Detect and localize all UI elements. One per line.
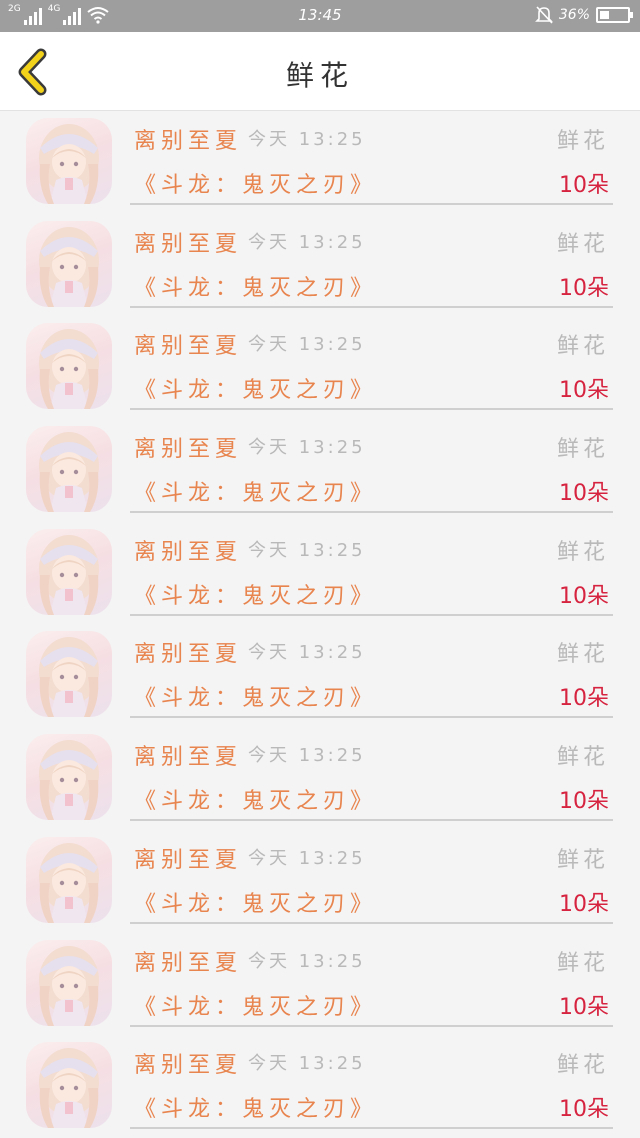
user-name[interactable]: 离别至夏 xyxy=(134,226,242,258)
gift-type: 鲜花 xyxy=(556,539,609,565)
avatar-image xyxy=(39,124,99,204)
item-content: 离别至夏 今天 13:25 鲜花 《斗龙：鬼灭之刃》 10朵 xyxy=(130,1035,613,1130)
avatar-image xyxy=(39,842,99,923)
avatar[interactable] xyxy=(26,631,112,718)
avatar[interactable] xyxy=(26,220,112,307)
battery-percent: 36% xyxy=(558,7,590,23)
item-content: 离别至夏 今天 13:25 鲜花 《斗龙：鬼灭之刃》 10朵 xyxy=(130,419,613,514)
list-item[interactable]: 离别至夏 今天 13:25 鲜花 《斗龙：鬼灭之刃》 10朵 xyxy=(0,522,640,625)
gift-count: 10朵 xyxy=(559,891,609,917)
user-name[interactable]: 离别至夏 xyxy=(134,534,242,566)
timestamp: 今天 13:25 xyxy=(248,847,366,869)
gift-type: 鲜花 xyxy=(556,1053,609,1079)
gift-type: 鲜花 xyxy=(556,745,609,771)
list-item[interactable]: 离别至夏 今天 13:25 鲜花 《斗龙：鬼灭之刃》 10朵 xyxy=(0,419,640,522)
mute-bell-icon xyxy=(534,6,553,24)
gift-count: 10朵 xyxy=(559,481,609,507)
gift-type: 鲜花 xyxy=(556,437,609,463)
avatar-image xyxy=(39,637,99,718)
timestamp: 今天 13:25 xyxy=(248,539,366,561)
avatar-image xyxy=(39,1048,99,1129)
status-right: 36% xyxy=(534,5,633,25)
page-title: 鲜花 xyxy=(285,59,354,92)
gift-type: 鲜花 xyxy=(556,334,609,360)
book-title[interactable]: 《斗龙：鬼灭之刃》 xyxy=(134,578,377,610)
battery-icon xyxy=(596,7,633,23)
gift-type: 鲜花 xyxy=(556,950,609,976)
gift-count: 10朵 xyxy=(559,173,609,198)
item-content: 离别至夏 今天 13:25 鲜花 《斗龙：鬼灭之刃》 10朵 xyxy=(130,522,613,616)
book-title[interactable]: 《斗龙：鬼灭之刃》 xyxy=(134,167,377,199)
list-item[interactable]: 离别至夏 今天 13:25 鲜花 《斗龙：鬼灭之刃》 10朵 xyxy=(0,933,640,1036)
timestamp: 今天 13:25 xyxy=(248,231,366,253)
avatar-image xyxy=(39,226,99,307)
timestamp: 今天 13:25 xyxy=(248,642,366,664)
gift-count: 10朵 xyxy=(559,686,609,712)
list-item[interactable]: 离别至夏 今天 13:25 鲜花 《斗龙：鬼灭之刃》 10朵 xyxy=(0,214,640,317)
avatar[interactable] xyxy=(26,836,112,923)
book-title[interactable]: 《斗龙：鬼灭之刃》 xyxy=(134,475,377,507)
user-name[interactable]: 离别至夏 xyxy=(134,842,242,874)
avatar-image xyxy=(39,329,99,410)
book-title[interactable]: 《斗龙：鬼灭之刃》 xyxy=(134,372,377,404)
list-item[interactable]: 离别至夏 今天 13:25 鲜花 《斗龙：鬼灭之刃》 10朵 xyxy=(0,727,640,830)
list-item[interactable]: 离别至夏 今天 13:25 鲜花 《斗龙：鬼灭之刃》 10朵 xyxy=(0,111,640,214)
avatar[interactable] xyxy=(26,118,112,204)
list-item[interactable]: 离别至夏 今天 13:25 鲜花 《斗龙：鬼灭之刃》 10朵 xyxy=(0,316,640,419)
avatar-image xyxy=(39,740,99,821)
timestamp: 今天 13:25 xyxy=(248,437,366,459)
gift-count: 10朵 xyxy=(559,275,609,301)
item-content: 离别至夏 今天 13:25 鲜花 《斗龙：鬼灭之刃》 10朵 xyxy=(130,214,613,308)
user-name[interactable]: 离别至夏 xyxy=(134,945,242,977)
list-item[interactable]: 离别至夏 今天 13:25 鲜花 《斗龙：鬼灭之刃》 10朵 xyxy=(0,830,640,933)
timestamp: 今天 13:25 xyxy=(248,950,366,972)
user-name[interactable]: 离别至夏 xyxy=(134,739,242,771)
user-name[interactable]: 离别至夏 xyxy=(134,123,242,155)
list-item[interactable]: 离别至夏 今天 13:25 鲜花 《斗龙：鬼灭之刃》 10朵 xyxy=(0,1035,640,1138)
status-bar: 2G 4G 13:45 36% xyxy=(0,0,640,32)
timestamp: 今天 13:25 xyxy=(248,334,366,356)
item-content: 离别至夏 今天 13:25 鲜花 《斗龙：鬼灭之刃》 10朵 xyxy=(130,316,613,411)
book-title[interactable]: 《斗龙：鬼灭之刃》 xyxy=(134,680,377,712)
item-content: 离别至夏 今天 13:25 鲜花 《斗龙：鬼灭之刃》 10朵 xyxy=(130,933,613,1027)
avatar[interactable] xyxy=(26,734,112,821)
gift-type: 鲜花 xyxy=(556,231,609,257)
user-name[interactable]: 离别至夏 xyxy=(134,636,242,668)
gift-count: 10朵 xyxy=(559,994,609,1020)
gift-record-list: 离别至夏 今天 13:25 鲜花 《斗龙：鬼灭之刃》 10朵 离别至夏 今天 1… xyxy=(0,111,640,1138)
book-title[interactable]: 《斗龙：鬼灭之刃》 xyxy=(134,783,377,815)
avatar[interactable] xyxy=(26,528,112,615)
user-name[interactable]: 离别至夏 xyxy=(134,431,242,463)
gift-count: 10朵 xyxy=(559,378,609,404)
battery-level xyxy=(600,11,610,19)
gift-type: 鲜花 xyxy=(556,847,609,873)
item-content: 离别至夏 今天 13:25 鲜花 《斗龙：鬼灭之刃》 10朵 xyxy=(130,111,613,205)
user-name[interactable]: 离别至夏 xyxy=(134,328,242,360)
book-title[interactable]: 《斗龙：鬼灭之刃》 xyxy=(134,989,377,1021)
gift-type: 鲜花 xyxy=(556,129,609,154)
gift-count: 10朵 xyxy=(559,1097,609,1123)
avatar[interactable] xyxy=(26,939,112,1026)
timestamp: 今天 13:25 xyxy=(248,1053,366,1075)
gift-count: 10朵 xyxy=(559,789,609,815)
avatar[interactable] xyxy=(26,323,112,410)
timestamp: 今天 13:25 xyxy=(248,745,366,767)
item-content: 离别至夏 今天 13:25 鲜花 《斗龙：鬼灭之刃》 10朵 xyxy=(130,624,613,719)
user-name[interactable]: 离别至夏 xyxy=(134,1047,242,1079)
avatar-image xyxy=(39,945,99,1026)
avatar-image xyxy=(39,432,99,513)
list-item[interactable]: 离别至夏 今天 13:25 鲜花 《斗龙：鬼灭之刃》 10朵 xyxy=(0,624,640,727)
item-content: 离别至夏 今天 13:25 鲜花 《斗龙：鬼灭之刃》 10朵 xyxy=(130,727,613,822)
book-title[interactable]: 《斗龙：鬼灭之刃》 xyxy=(134,1091,377,1123)
item-content: 离别至夏 今天 13:25 鲜花 《斗龙：鬼灭之刃》 10朵 xyxy=(130,830,613,924)
avatar-image xyxy=(39,534,99,615)
gift-count: 10朵 xyxy=(559,583,609,609)
nav-bar: 鲜花 xyxy=(0,32,640,111)
book-title[interactable]: 《斗龙：鬼灭之刃》 xyxy=(134,270,377,302)
book-title[interactable]: 《斗龙：鬼灭之刃》 xyxy=(134,886,377,918)
gift-type: 鲜花 xyxy=(556,642,609,668)
timestamp: 今天 13:25 xyxy=(248,129,366,150)
avatar[interactable] xyxy=(26,426,112,513)
avatar[interactable] xyxy=(26,1042,112,1129)
